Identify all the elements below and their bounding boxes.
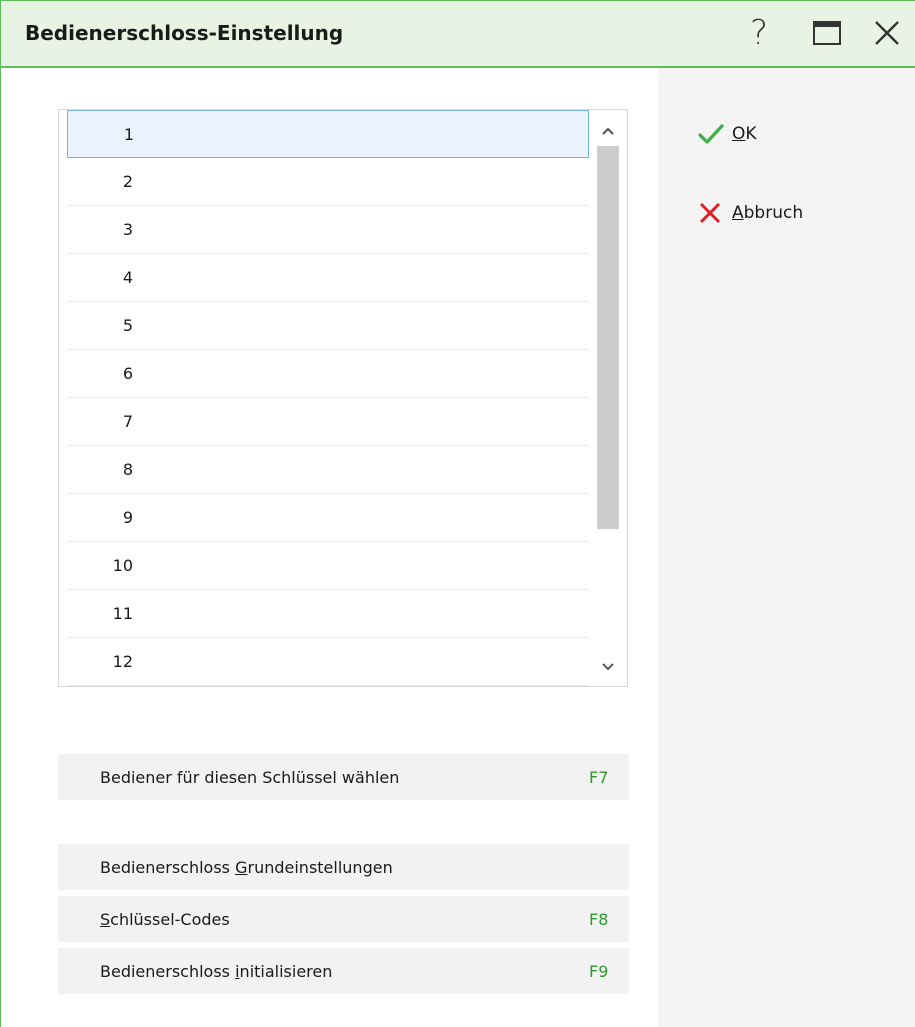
cancel-label: Abbruch: [732, 203, 803, 223]
list-item[interactable]: 6: [67, 350, 589, 398]
help-icon: ?: [749, 13, 769, 53]
label-part: rundeinstellungen: [247, 857, 393, 877]
key-list-rows: 1 2 3 4 5 6 7 8 9 10 11 12: [67, 110, 589, 686]
checkmark-icon: [698, 120, 732, 148]
title-bar: Bedienerschloss-Einstellung ?: [1, 1, 915, 68]
shortcut-f7: F7: [589, 767, 609, 787]
list-item[interactable]: 11: [67, 590, 589, 638]
list-item-number: 1: [123, 124, 134, 144]
scrollbar-thumb[interactable]: [597, 146, 619, 529]
window-title: Bedienerschloss-Einstellung: [25, 21, 344, 45]
label-part: nitialisieren: [239, 961, 333, 981]
label-part: Bedienerschloss: [100, 857, 236, 877]
shortcut-f8: F8: [589, 909, 609, 929]
choose-operator-label: Bediener für diesen Schlüssel wählen: [100, 767, 400, 787]
basic-settings-label: Bedienerschloss Grundeinstellungen: [100, 858, 589, 877]
list-item-number: 11: [112, 604, 133, 623]
close-icon: [875, 21, 899, 45]
ok-label: OK: [732, 124, 757, 144]
action-panel: OK Abbruch: [658, 68, 915, 1027]
shortcut-f9: F9: [589, 961, 609, 981]
cancel-button[interactable]: Abbruch: [698, 199, 803, 227]
mnemonic-char: A: [732, 203, 744, 223]
list-item-number: 5: [122, 316, 133, 335]
list-item[interactable]: 1: [67, 110, 589, 158]
label-part: K: [745, 124, 757, 144]
list-item-number: 10: [112, 556, 133, 575]
label-part: bbruch: [743, 203, 804, 223]
list-item[interactable]: 2: [67, 158, 589, 206]
list-item-number: 3: [122, 220, 133, 239]
maximize-icon: [813, 21, 841, 45]
list-item[interactable]: 7: [67, 398, 589, 446]
list-item-number: 12: [112, 652, 133, 671]
list-item-number: 4: [122, 268, 133, 287]
key-list[interactable]: 1 2 3 4 5 6 7 8 9 10 11 12: [58, 109, 628, 687]
choose-operator-button[interactable]: Bediener für diesen Schlüssel wählen F7: [58, 754, 629, 800]
list-item[interactable]: 9: [67, 494, 589, 542]
list-scrollbar[interactable]: [589, 110, 627, 686]
list-item-number: 7: [122, 412, 133, 431]
list-item[interactable]: 5: [67, 302, 589, 350]
list-item[interactable]: 4: [67, 254, 589, 302]
initialize-label: Bedienerschloss initialisieren: [100, 962, 589, 981]
scroll-up-button[interactable]: [589, 116, 627, 146]
chevron-down-icon: [602, 663, 614, 671]
scroll-down-button[interactable]: [589, 652, 627, 682]
list-item-number: 6: [122, 364, 133, 383]
list-item-number: 8: [122, 460, 133, 479]
list-item[interactable]: 12: [67, 638, 589, 686]
ok-button[interactable]: OK: [698, 120, 757, 148]
maximize-button[interactable]: [807, 13, 847, 53]
close-button[interactable]: [867, 13, 907, 53]
basic-settings-button[interactable]: Bedienerschloss Grundeinstellungen: [58, 844, 629, 890]
chevron-up-icon: [602, 127, 614, 135]
list-item[interactable]: 10: [67, 542, 589, 590]
x-icon: [698, 199, 732, 227]
key-codes-label: Schlüssel-Codes: [100, 910, 589, 929]
label-part: chlüssel-Codes: [110, 909, 230, 929]
label-part: Bedienerschloss: [100, 961, 236, 981]
mnemonic-char: G: [235, 857, 248, 877]
list-item-number: 2: [122, 172, 133, 191]
help-button[interactable]: ?: [739, 13, 779, 53]
list-item[interactable]: 3: [67, 206, 589, 254]
list-item-number: 9: [122, 508, 133, 527]
mnemonic-char: O: [732, 124, 746, 144]
dialog-window: Bedienerschloss-Einstellung ? 1234567891…: [0, 0, 915, 1027]
mnemonic-char: S: [100, 909, 111, 929]
key-codes-button[interactable]: Schlüssel-Codes F8: [58, 896, 629, 942]
list-item[interactable]: 8: [67, 446, 589, 494]
initialize-button[interactable]: Bedienerschloss initialisieren F9: [58, 948, 629, 994]
